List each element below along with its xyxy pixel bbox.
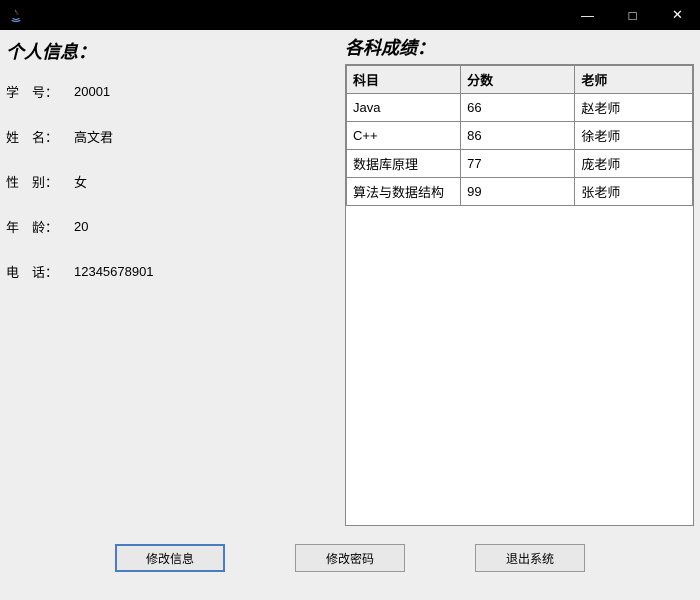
table-row[interactable]: 算法与数据结构 99 张老师	[347, 178, 693, 206]
info-row-phone: 电 话： 12345678901	[6, 262, 345, 281]
info-row-age: 年 龄： 20	[6, 217, 345, 236]
table-row[interactable]: C++ 86 徐老师	[347, 122, 693, 150]
label-gender: 性 别：	[6, 172, 66, 191]
cell-score: 86	[461, 122, 575, 150]
info-row-name: 姓 名： 高文君	[6, 127, 345, 146]
label-phone: 电 话：	[6, 262, 66, 281]
edit-info-button[interactable]: 修改信息	[115, 544, 225, 572]
col-score: 分数	[461, 66, 575, 94]
info-row-id: 学 号： 20001	[6, 82, 345, 101]
grades-table-container: 科目 分数 老师 Java 66 赵老师 C++ 86 徐老师	[345, 64, 694, 526]
java-icon	[8, 7, 24, 23]
titlebar: — □ ✕	[0, 0, 700, 30]
button-row: 修改信息 修改密码 退出系统	[0, 530, 700, 600]
label-age: 年 龄：	[6, 217, 66, 236]
close-button[interactable]: ✕	[655, 0, 700, 30]
cell-subject: Java	[347, 94, 461, 122]
table-row[interactable]: 数据库原理 77 庞老师	[347, 150, 693, 178]
cell-score: 66	[461, 94, 575, 122]
window-body: 个人信息： 学 号： 20001 姓 名： 高文君 性 别： 女 年 龄： 20…	[0, 30, 700, 530]
col-subject: 科目	[347, 66, 461, 94]
cell-teacher: 庞老师	[575, 150, 693, 178]
value-age: 20	[66, 219, 88, 234]
personal-info-panel: 个人信息： 学 号： 20001 姓 名： 高文君 性 别： 女 年 龄： 20…	[0, 30, 345, 530]
col-teacher: 老师	[575, 66, 693, 94]
cell-teacher: 徐老师	[575, 122, 693, 150]
cell-subject: 数据库原理	[347, 150, 461, 178]
cell-teacher: 张老师	[575, 178, 693, 206]
personal-info-title: 个人信息：	[6, 38, 345, 64]
maximize-button[interactable]: □	[610, 0, 655, 30]
label-name: 姓 名：	[6, 127, 66, 146]
cell-score: 77	[461, 150, 575, 178]
grades-table: 科目 分数 老师 Java 66 赵老师 C++ 86 徐老师	[346, 65, 693, 206]
value-phone: 12345678901	[66, 264, 154, 279]
value-name: 高文君	[66, 127, 113, 146]
grades-panel: 各科成绩： 科目 分数 老师 Java 66 赵老师	[345, 30, 700, 530]
window-controls: — □ ✕	[565, 0, 700, 30]
change-password-button[interactable]: 修改密码	[295, 544, 405, 572]
value-gender: 女	[66, 172, 87, 191]
value-id: 20001	[66, 84, 110, 99]
cell-subject: C++	[347, 122, 461, 150]
table-row[interactable]: Java 66 赵老师	[347, 94, 693, 122]
exit-system-button[interactable]: 退出系统	[475, 544, 585, 572]
cell-teacher: 赵老师	[575, 94, 693, 122]
cell-score: 99	[461, 178, 575, 206]
cell-subject: 算法与数据结构	[347, 178, 461, 206]
minimize-button[interactable]: —	[565, 0, 610, 30]
label-id: 学 号：	[6, 82, 66, 101]
grades-title: 各科成绩：	[345, 34, 694, 60]
info-row-gender: 性 别： 女	[6, 172, 345, 191]
table-header-row: 科目 分数 老师	[347, 66, 693, 94]
